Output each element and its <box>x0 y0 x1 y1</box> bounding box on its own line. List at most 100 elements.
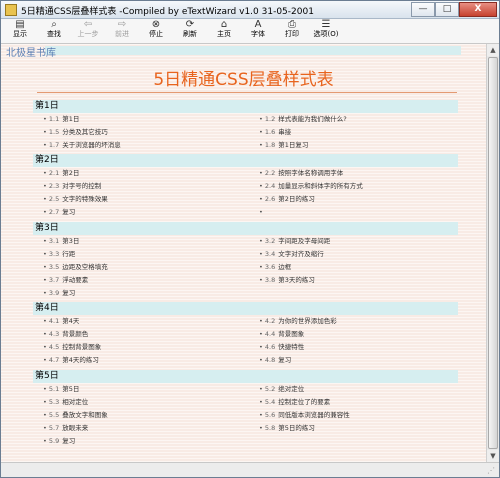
toc-link[interactable]: • 4.5 控制背景图象 <box>43 343 101 352</box>
toc-link[interactable]: • 5.9 复习 <box>43 437 75 446</box>
title-divider <box>37 92 457 93</box>
toc-link[interactable]: • 3.4 文字对齐及缩行 <box>259 250 324 259</box>
bullet-icon: • <box>259 141 263 149</box>
brand-link[interactable]: 北极星书库 <box>6 44 56 59</box>
toc-title: 行距 <box>62 250 76 258</box>
toc-title: 对字号的控制 <box>62 182 102 190</box>
toc-link[interactable]: • 2.2 按照字体名称调用字体 <box>259 169 343 178</box>
toc-title: 字间距及字母间距 <box>278 237 331 245</box>
close-button[interactable]: X <box>459 2 497 17</box>
toc-link[interactable]: • 1.2 样式表能为我们做什么? <box>259 115 347 124</box>
page-title: 5日精通CSS层叠样式表 <box>153 70 334 90</box>
toc-link[interactable]: • 1.7 关于浏览器的坏消息 <box>43 141 121 150</box>
toc-link[interactable]: • 5.4 控制定位了的要素 <box>259 398 330 407</box>
toolbar-button-stop[interactable]: ⊗ 停止 <box>141 20 171 43</box>
toc-link[interactable]: • 4.7 第4天的练习 <box>43 356 99 365</box>
toc-link[interactable]: • 3.9 复习 <box>43 289 75 298</box>
toolbar-button-label: 前进 <box>115 30 129 38</box>
bullet-icon: • <box>43 330 47 338</box>
toolbar-button-display[interactable]: ▤ 显示 <box>5 20 35 43</box>
toc-number: 5.7 <box>48 424 60 432</box>
toc-title: 复习 <box>62 289 76 297</box>
toolbar-button-options[interactable]: ☰ 选项(O) <box>311 20 341 43</box>
brand-band <box>45 46 461 55</box>
toc-title: 放眼未来 <box>62 424 89 432</box>
toc-link[interactable]: • 2.4 加量显示和斜体字的所有方式 <box>259 182 363 191</box>
toc-link[interactable]: • 4.1 第4天 <box>43 317 79 326</box>
toc-title: 加量显示和斜体字的所有方式 <box>278 182 363 190</box>
toc-link[interactable]: • 5.8 第5日的练习 <box>259 424 315 433</box>
toc-link[interactable]: • 1.5 分类及其它技巧 <box>43 128 108 137</box>
toc-link[interactable]: • 2.1 第2日 <box>43 169 79 178</box>
toc-title: 边框 <box>278 263 292 271</box>
toc-number: 2.7 <box>48 208 60 216</box>
toc-title: 第2日的练习 <box>278 195 315 203</box>
toc-link[interactable]: • 5.1 第5日 <box>43 385 79 394</box>
toc-link[interactable]: • 3.3 行距 <box>43 250 75 259</box>
toolbar-button-home[interactable]: ⌂ 主页 <box>209 20 239 43</box>
toc-link[interactable]: • 5.5 叠放文字和图象 <box>43 411 108 420</box>
toc-link[interactable]: • 4.8 复习 <box>259 356 291 365</box>
toc-link[interactable]: • 4.2 为你的世界添加色彩 <box>259 317 337 326</box>
toc-number: 2.2 <box>264 169 276 177</box>
toc-link[interactable]: • 2.6 第2日的练习 <box>259 195 315 204</box>
toc-title: 快捷特性 <box>278 343 305 351</box>
scrollbar-thumb[interactable] <box>488 57 498 449</box>
day-section-title: 第3日 <box>35 223 59 233</box>
toc-link[interactable]: • 1.6 串接 <box>259 128 291 137</box>
bullet-icon: • <box>43 411 47 419</box>
toc-link[interactable]: • 3.5 边距及空格填充 <box>43 263 108 272</box>
app-window: 5日精通CSS层叠样式表 -Compiled by eTextWizard v1… <box>0 0 500 478</box>
day-section-header: 第1日 <box>33 100 458 113</box>
toolbar-button-forward[interactable]: ⇨ 前进 <box>107 20 137 43</box>
toc-link[interactable]: • 5.2 绝对定位 <box>259 385 304 394</box>
toolbar-button-refresh[interactable]: ⟳ 刷新 <box>175 20 205 43</box>
toolbar-button-print[interactable]: ⎙ 打印 <box>277 20 307 43</box>
bullet-icon: • <box>259 169 263 177</box>
bullet-icon: • <box>43 424 47 432</box>
toc-link[interactable]: • 1.1 第1日 <box>43 115 79 124</box>
toc-link[interactable]: • 1.8 第1日复习 <box>259 141 308 150</box>
toc-link[interactable]: • <box>259 208 266 217</box>
toc-link[interactable]: • 2.7 复习 <box>43 208 75 217</box>
toc-link[interactable]: • 2.3 对字号的控制 <box>43 182 101 191</box>
toolbar-button-font[interactable]: A 字体 <box>243 20 273 43</box>
scroll-up-arrow-icon[interactable]: ▲ <box>487 44 499 56</box>
toc-link[interactable]: • 3.1 第3日 <box>43 237 79 246</box>
content-pane: 北极星书库 5日精通CSS层叠样式表 第1日 • 1.1 第1日 • 1.2 样式表能为… <box>1 44 486 462</box>
bullet-icon: • <box>43 237 47 245</box>
maximize-button[interactable]: □ <box>435 2 459 17</box>
toc-link[interactable]: • 4.4 背景图象 <box>259 330 304 339</box>
toc-link[interactable]: • 4.6 快捷特性 <box>259 343 304 352</box>
toc-link[interactable]: • 3.7 浮动要素 <box>43 276 88 285</box>
scroll-down-arrow-icon[interactable]: ▼ <box>487 450 499 462</box>
toc-link[interactable]: • 5.3 相对定位 <box>43 398 88 407</box>
toolbar-button-back[interactable]: ⇦ 上一步 <box>73 20 103 43</box>
toc-link[interactable]: • 5.6 同低版本浏览器的兼容性 <box>259 411 350 420</box>
toc-title: 复习 <box>62 437 76 445</box>
day-section-header: 第3日 <box>33 222 458 235</box>
toc-link[interactable]: • 3.8 第3天的练习 <box>259 276 315 285</box>
toc-link[interactable]: • 3.6 边框 <box>259 263 291 272</box>
back-icon: ⇦ <box>83 19 93 30</box>
day-section-title: 第2日 <box>35 155 59 165</box>
bullet-icon: • <box>43 385 47 393</box>
toc-number: 1.1 <box>48 115 60 123</box>
toc-link[interactable]: • 5.7 放眼未来 <box>43 424 88 433</box>
minimize-button[interactable]: — <box>411 2 435 17</box>
title-bar[interactable]: 5日精通CSS层叠样式表 -Compiled by eTextWizard v1… <box>1 1 499 19</box>
toc-number: 3.5 <box>48 263 60 271</box>
toolbar-button-label: 显示 <box>13 30 27 38</box>
font-icon: A <box>254 19 262 30</box>
toc-link[interactable]: • 4.3 背景颜色 <box>43 330 88 339</box>
bullet-icon: • <box>259 182 263 190</box>
bullet-icon: • <box>259 208 263 216</box>
toc-title: 同低版本浏览器的兼容性 <box>278 411 350 419</box>
resize-grip-icon[interactable]: ⋰ <box>487 466 497 476</box>
toc-link[interactable]: • 3.2 字间距及字母间距 <box>259 237 330 246</box>
toc-title: 第4天 <box>62 317 80 325</box>
toc-number: 3.6 <box>264 263 276 271</box>
toolbar-button-find[interactable]: ⌕ 查找 <box>39 20 69 43</box>
vertical-scrollbar[interactable]: ▲ ▼ <box>486 44 499 462</box>
toc-link[interactable]: • 2.5 文字的特殊效果 <box>43 195 108 204</box>
